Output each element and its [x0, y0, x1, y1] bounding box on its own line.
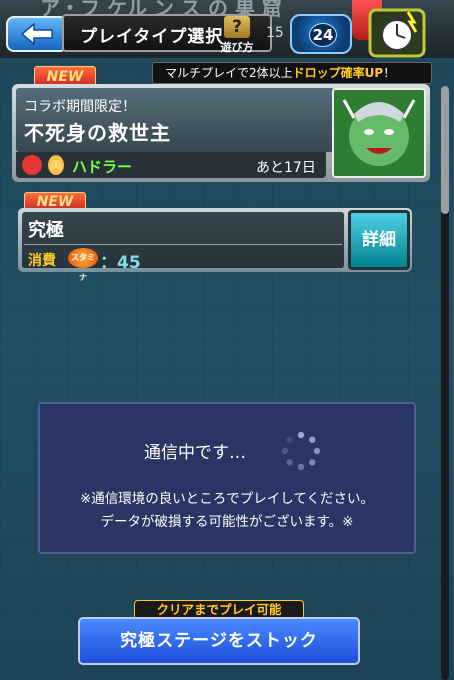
stamina-cost-label: 消費	[28, 253, 56, 269]
stamina-cost-value: ：45	[100, 253, 141, 273]
stock-stage-button[interactable]: 究極ステージをストック	[78, 617, 360, 665]
multi-note-highlight: ドロップ確率UP	[292, 66, 384, 80]
stamina-badge-value: 24	[309, 23, 337, 47]
connection-note-line2: データが破損する可能性がございます。※	[100, 514, 354, 530]
days-left: あと17日	[256, 160, 316, 176]
detail-button[interactable]: 詳細	[348, 210, 410, 270]
stamina-icon: スタミナ	[68, 248, 98, 282]
connecting-text: 通信中です…	[144, 443, 246, 463]
connection-note-line1: ※通信環境の良いところでプレイしてください。	[79, 491, 374, 507]
scrollbar-thumb[interactable]	[441, 86, 449, 214]
back-button[interactable]	[6, 16, 68, 52]
quest-name: 究極	[28, 220, 64, 241]
boss-name: ハドラー	[72, 158, 133, 176]
boss-portrait-image	[332, 88, 426, 178]
multi-note-suffix: ！	[383, 66, 396, 80]
stamina-badge-button[interactable]: 24	[290, 14, 352, 54]
page-title: プレイタイプ選択	[80, 27, 224, 47]
loading-spinner-icon	[280, 430, 322, 472]
back-arrow-icon	[20, 23, 53, 45]
scrollbar[interactable]	[441, 86, 449, 680]
event-subtitle: コラボ期間限定！	[24, 99, 136, 115]
quest-divider	[24, 244, 342, 245]
devil-attribute-icon	[22, 155, 42, 175]
clock-button[interactable]	[368, 8, 426, 58]
help-button[interactable]: ? 遊び方	[220, 16, 254, 54]
question-icon: ?	[224, 16, 250, 38]
stopwatch-icon	[368, 8, 426, 58]
help-label: 遊び方	[220, 41, 254, 54]
coin-icon	[48, 155, 64, 175]
multi-play-note: マルチプレイで2体以上ドロップ確率UP！	[152, 62, 432, 84]
connecting-dialog	[38, 402, 416, 554]
event-title: 不死身の救世主	[24, 121, 171, 145]
count-ghost: 15	[266, 25, 284, 41]
multi-note-prefix: マルチプレイで2体以上	[165, 66, 293, 80]
